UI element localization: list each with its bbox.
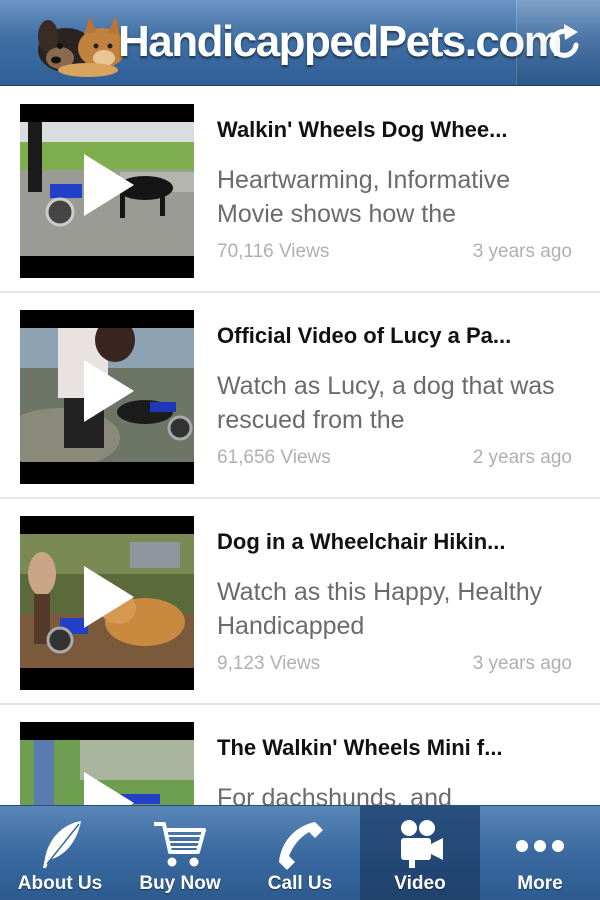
- tab-label: More: [517, 873, 563, 894]
- video-age: 3 years ago: [472, 241, 572, 262]
- video-thumbnail[interactable]: [20, 104, 194, 278]
- feather-icon: [43, 821, 81, 868]
- video-list[interactable]: Walkin' Wheels Dog Whee... Heartwarming,…: [0, 87, 600, 805]
- video-row[interactable]: The Walkin' Wheels Mini f... For dachshu…: [0, 705, 600, 805]
- play-icon: [84, 772, 134, 805]
- app-header: HandicappedPets.com: [0, 0, 600, 86]
- video-views: 9,123 Views: [217, 653, 321, 674]
- video-age: 2 years ago: [472, 447, 572, 468]
- video-description: Heartwarming, Informative Movie shows ho…: [217, 166, 511, 228]
- cart-icon: [154, 822, 206, 867]
- video-camera-icon: [401, 820, 443, 868]
- tab-label: About Us: [17, 873, 103, 894]
- refresh-icon: [549, 24, 579, 58]
- tab-label: Call Us: [267, 873, 333, 894]
- video-views: 61,656 Views: [217, 447, 331, 468]
- video-row[interactable]: Official Video of Lucy a Pa... Watch as …: [0, 293, 600, 499]
- phone-icon: [279, 822, 323, 870]
- tab-bar: About Us Buy Now Call Us Video More: [0, 805, 600, 900]
- video-thumbnail[interactable]: [20, 722, 194, 805]
- video-views: 70,116 Views: [217, 241, 330, 262]
- play-icon: [84, 154, 134, 216]
- video-description: Watch as this Happy, Healthy Handicapped: [217, 578, 543, 640]
- refresh-button[interactable]: [516, 0, 600, 86]
- video-title: Dog in a Wheelchair Hikin...: [217, 529, 506, 554]
- tab-buy-now[interactable]: Buy Now: [120, 806, 240, 900]
- tab-label: Video: [394, 873, 446, 894]
- video-title: The Walkin' Wheels Mini f...: [217, 735, 503, 760]
- video-description: Watch as Lucy, a dog that was rescued fr…: [217, 372, 555, 434]
- video-description: For dachshunds, and: [217, 784, 452, 805]
- video-thumbnail[interactable]: [20, 516, 194, 690]
- tab-call-us[interactable]: Call Us: [240, 806, 360, 900]
- play-icon: [84, 360, 134, 422]
- app-title: HandicappedPets.com: [118, 17, 563, 66]
- video-row[interactable]: Walkin' Wheels Dog Whee... Heartwarming,…: [0, 87, 600, 293]
- video-title: Official Video of Lucy a Pa...: [217, 323, 512, 348]
- video-title: Walkin' Wheels Dog Whee...: [217, 117, 508, 142]
- play-icon: [84, 566, 134, 628]
- tab-about-us[interactable]: About Us: [0, 806, 120, 900]
- tab-more[interactable]: More: [480, 806, 600, 900]
- tab-label: Buy Now: [139, 873, 221, 894]
- video-row[interactable]: Dog in a Wheelchair Hikin... Watch as th…: [0, 499, 600, 705]
- video-age: 3 years ago: [472, 653, 572, 674]
- tab-video[interactable]: Video: [360, 806, 480, 900]
- video-thumbnail[interactable]: [20, 310, 194, 484]
- more-icon: [516, 840, 564, 852]
